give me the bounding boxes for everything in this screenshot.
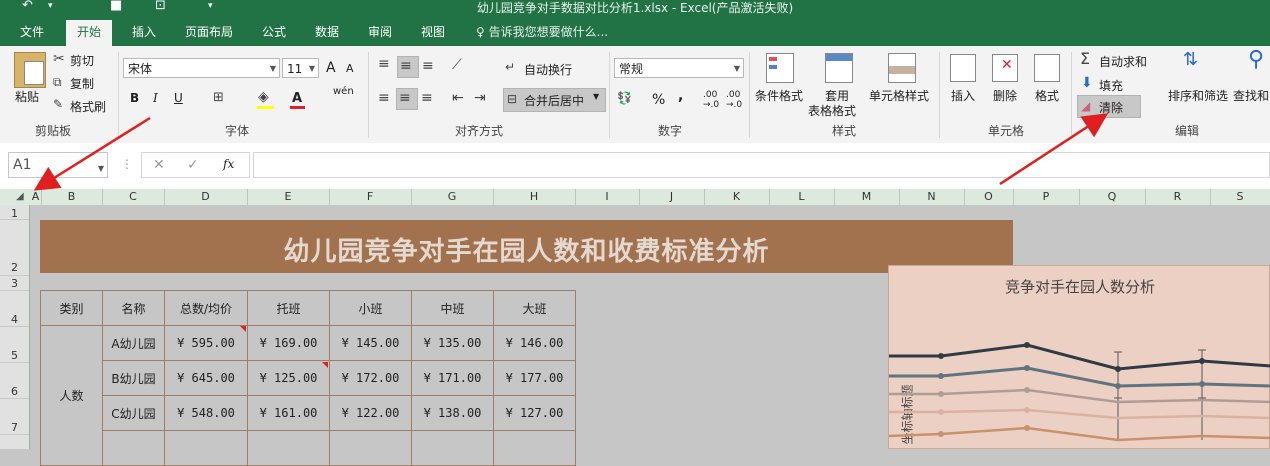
- annotation-arrow-select-all: [33, 116, 151, 191]
- annotation-arrow-clear: [999, 113, 1109, 186]
- annotation-arrows: [33, 113, 1109, 191]
